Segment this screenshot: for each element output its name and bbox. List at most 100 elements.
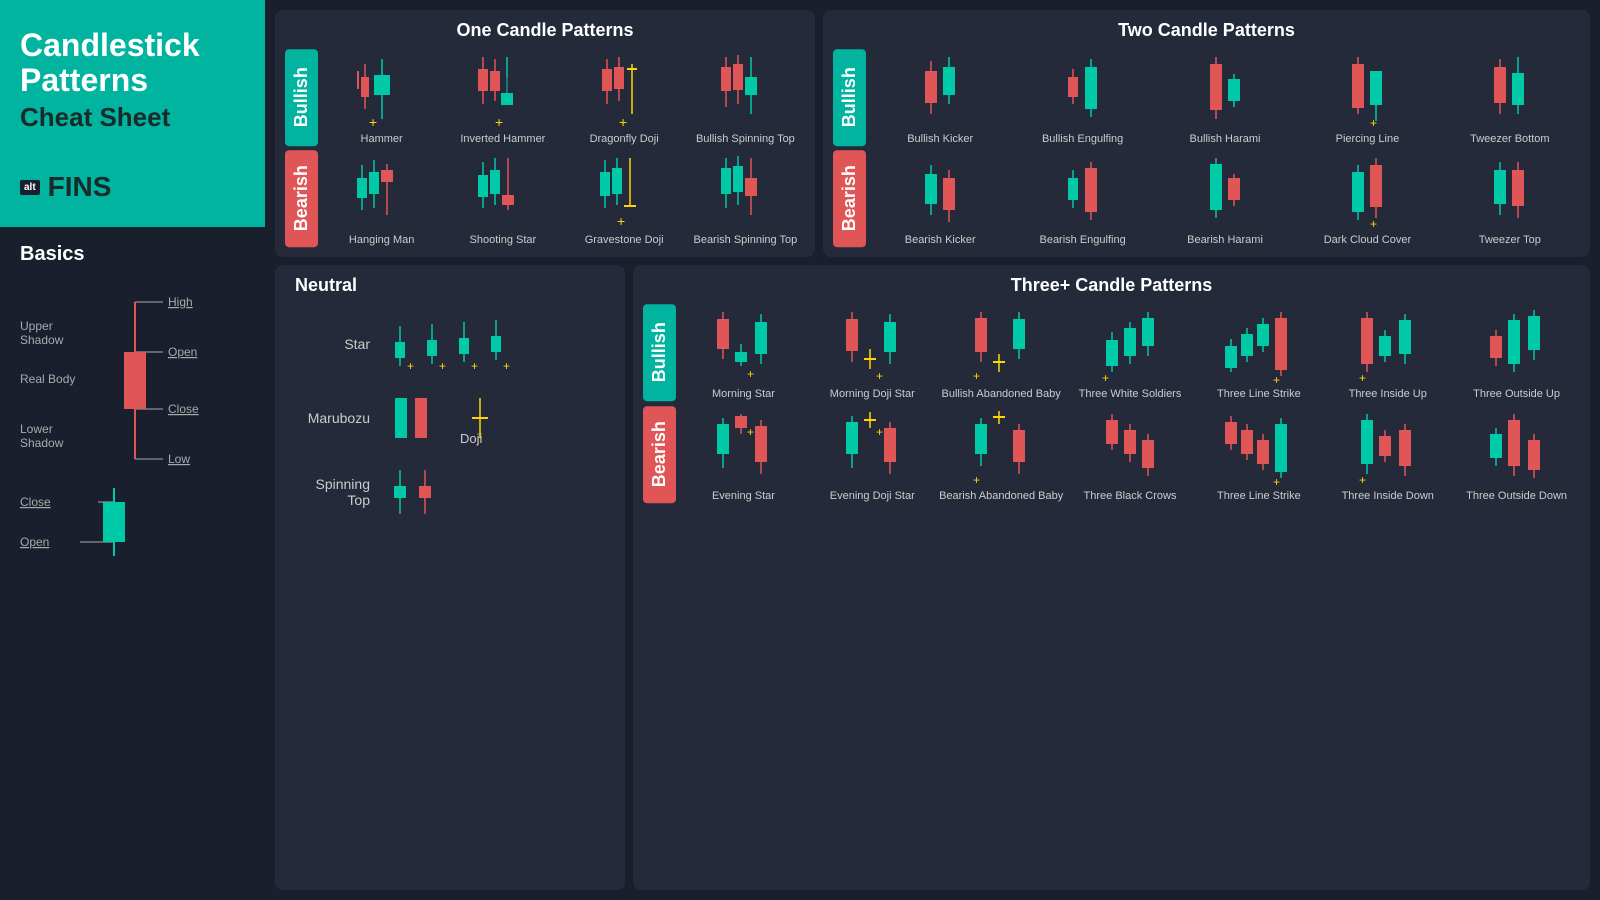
evening-doji-canvas: +: [809, 406, 936, 486]
piercing-canvas: +: [1297, 49, 1437, 129]
pattern-inverted-hammer: + Inverted Hammer: [443, 49, 562, 146]
tweezer-bottom-canvas: [1440, 49, 1580, 129]
morning-star-svg: +: [711, 304, 776, 384]
hanging-man-label: Hanging Man: [349, 234, 414, 247]
svg-text:+: +: [617, 213, 625, 229]
basics-section: Basics Upper Shadow Real Body Lower Shad…: [0, 227, 265, 579]
shooting-star-canvas: [443, 150, 562, 230]
svg-text:+: +: [876, 369, 883, 383]
tweezer-top-svg: [1482, 150, 1537, 230]
bear-harami-canvas: [1155, 150, 1295, 230]
neutral-title: Neutral: [285, 275, 615, 296]
three-plus-bearish-row: Bearish +: [643, 406, 1580, 503]
svg-text:+: +: [619, 114, 627, 129]
three-soldiers-svg: +: [1098, 304, 1163, 384]
pattern-bullish-engulfing: Bullish Engulfing: [1012, 49, 1152, 146]
svg-text:+: +: [439, 359, 446, 373]
hanging-man-svg: [354, 150, 409, 230]
evening-doji-label: Evening Doji Star: [830, 490, 915, 503]
three-inside-up-svg: +: [1355, 304, 1420, 384]
pattern-morning-star: + Morning Star: [680, 304, 807, 401]
neutral-section: Neutral Star +: [275, 265, 625, 890]
dragonfly-label: Dragonfly Doji: [590, 133, 659, 146]
sidebar-subtitle: Cheat Sheet: [20, 102, 245, 133]
basics-diagram-svg: Upper Shadow Real Body Lower Shadow High…: [20, 278, 250, 558]
three-soldiers-label: Three White Soldiers: [1079, 388, 1182, 401]
sidebar-header: Candlestick Patterns Cheat Sheet: [0, 0, 265, 153]
dragonfly-canvas: +: [565, 49, 684, 129]
hammer-svg: +: [357, 49, 407, 129]
inv-hammer-svg: +: [475, 49, 530, 129]
pattern-evening-star: + Evening Star: [680, 406, 807, 503]
bear-kicker-canvas: [870, 150, 1010, 230]
tweezer-top-label: Tweezer Top: [1479, 234, 1541, 247]
evening-star-svg: +: [711, 406, 776, 486]
marubozu-label: Marubozu: [295, 410, 370, 426]
svg-text:+: +: [1273, 373, 1280, 384]
bear-abandoned-canvas: +: [938, 406, 1065, 486]
bull-engulf-svg: [1055, 49, 1110, 129]
three-crows-canvas: [1067, 406, 1194, 486]
three-plus-bullish-row: Bullish: [643, 304, 1580, 401]
pattern-bull-abandoned: + Bullish Abandoned Baby: [938, 304, 1065, 401]
pattern-three-outside-down: Three Outside Down: [1453, 406, 1580, 503]
bear-kicker-label: Bearish Kicker: [905, 234, 976, 247]
dark-cloud-label: Dark Cloud Cover: [1324, 234, 1411, 247]
main-content: One Candle Patterns Bullish: [265, 0, 1600, 900]
bearish-label-2c: Bearish: [833, 150, 866, 247]
pattern-bull-three-line: + Three Line Strike: [1195, 304, 1322, 401]
three-crows-label: Three Black Crows: [1084, 490, 1177, 503]
pattern-three-black-crows: Three Black Crows: [1067, 406, 1194, 503]
morning-star-label: Morning Star: [712, 388, 775, 401]
morning-doji-canvas: +: [809, 304, 936, 384]
bull-spinning-canvas: [686, 49, 805, 129]
star-label: Star: [295, 336, 370, 352]
bull-kicker-svg: [913, 49, 968, 129]
dark-cloud-canvas: +: [1297, 150, 1437, 230]
pattern-dragonfly-doji: + Dragonfly Doji: [565, 49, 684, 146]
pattern-bear-abandoned: + Bearish Abandoned Baby: [938, 406, 1065, 503]
two-candle-bearish-row: Bearish: [833, 150, 1580, 247]
morning-doji-label: Morning Doji Star: [830, 388, 915, 401]
svg-text:+: +: [407, 359, 414, 373]
lower-shadow-label: Lower: [20, 422, 53, 436]
low-label: Low: [168, 452, 190, 466]
three-plus-bullish-patterns: + Morning Star: [680, 304, 1580, 401]
logo-fins-text: FINS: [48, 171, 112, 203]
bear-abandoned-label: Bearish Abandoned Baby: [939, 490, 1063, 503]
spinning-top-svg: [380, 462, 460, 522]
three-outside-down-canvas: [1453, 406, 1580, 486]
gravestone-label: Gravestone Doji: [585, 234, 664, 247]
bullish-label-2c: Bullish: [833, 49, 866, 146]
bull-three-line-svg: +: [1221, 304, 1296, 384]
pattern-hanging-man: Hanging Man: [322, 150, 441, 247]
bearish-label-3c: Bearish: [643, 406, 676, 503]
bull-three-line-label: Three Line Strike: [1217, 388, 1301, 401]
one-candle-bullish-patterns: + Hammer: [322, 49, 805, 146]
pattern-bearish-engulfing: Bearish Engulfing: [1012, 150, 1152, 247]
bottom-row: Neutral Star +: [275, 265, 1590, 890]
bear-abandoned-svg: +: [969, 406, 1034, 486]
pattern-three-white-soldiers: + Three White Soldiers: [1067, 304, 1194, 401]
high-label: High: [168, 295, 193, 309]
bear-engulf-canvas: [1012, 150, 1152, 230]
pattern-bullish-kicker: Bullish Kicker: [870, 49, 1010, 146]
bear-spin-label: Bearish Spinning Top: [693, 234, 797, 247]
top-row: One Candle Patterns Bullish: [275, 10, 1590, 257]
svg-text:+: +: [1102, 371, 1109, 384]
bull-kicker-label: Bullish Kicker: [907, 133, 973, 146]
bull-abandoned-svg: +: [969, 304, 1034, 384]
real-body-label: Real Body: [20, 372, 75, 386]
svg-text:+: +: [1273, 475, 1280, 486]
one-candle-title: One Candle Patterns: [285, 20, 805, 41]
bear-spin-svg: [718, 150, 773, 230]
svg-text:+: +: [1370, 116, 1377, 129]
bull-spin-svg: [718, 49, 773, 129]
svg-text:+: +: [1359, 473, 1366, 486]
sidebar-title: Candlestick: [20, 28, 245, 63]
bull-kicker-canvas: [870, 49, 1010, 129]
gravestone-canvas: +: [565, 150, 684, 230]
three-soldiers-canvas: +: [1067, 304, 1194, 384]
svg-text:+: +: [1370, 217, 1377, 230]
close-label2: Close: [20, 495, 51, 509]
